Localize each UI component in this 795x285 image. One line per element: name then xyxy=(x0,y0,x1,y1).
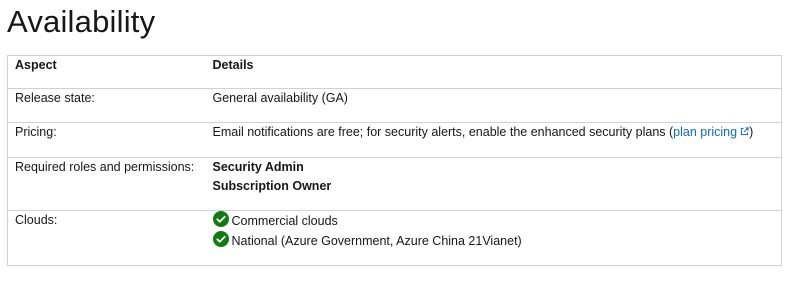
clouds-label: Clouds: xyxy=(7,210,206,266)
plan-pricing-link-label: plan pricing xyxy=(673,125,738,139)
availability-table: Aspect Details Release state: General av… xyxy=(7,55,782,266)
pricing-label: Pricing: xyxy=(7,122,206,158)
cloud-item-national: National (Azure Government, Azure China … xyxy=(212,231,775,251)
table-row: Pricing: Email notifications are free; f… xyxy=(7,122,782,158)
header-aspect: Aspect xyxy=(7,55,206,89)
clouds-value: Commercial clouds National (Azure Govern… xyxy=(205,210,782,266)
plan-pricing-link[interactable]: plan pricing xyxy=(673,125,749,139)
checkmark-circle-icon xyxy=(212,231,229,247)
cloud-item-label: National (Azure Government, Azure China … xyxy=(231,233,522,248)
role-subscription-owner: Subscription Owner xyxy=(212,179,332,193)
table-header-row: Aspect Details xyxy=(7,55,782,89)
roles-value: Security Admin Subscription Owner xyxy=(205,157,782,211)
table-row: Release state: General availability (GA) xyxy=(7,88,782,123)
pricing-text: Email notifications are free; for securi… xyxy=(212,125,674,139)
cloud-item-commercial: Commercial clouds xyxy=(212,211,775,231)
role-security-admin: Security Admin xyxy=(212,160,304,174)
pricing-value: Email notifications are free; for securi… xyxy=(205,122,782,158)
release-state-label: Release state: xyxy=(7,88,206,123)
table-row: Clouds: Commercial clouds National (Azur… xyxy=(7,210,782,266)
page-title: Availability xyxy=(7,4,156,39)
pricing-suffix: ) xyxy=(749,125,754,139)
release-state-value: General availability (GA) xyxy=(205,88,782,123)
checkmark-circle-icon xyxy=(212,211,229,227)
header-details: Details xyxy=(205,55,782,89)
table-row: Required roles and permissions: Security… xyxy=(7,157,782,211)
cloud-item-label: Commercial clouds xyxy=(231,213,338,228)
roles-label: Required roles and permissions: xyxy=(7,157,206,211)
external-link-icon xyxy=(740,127,749,136)
